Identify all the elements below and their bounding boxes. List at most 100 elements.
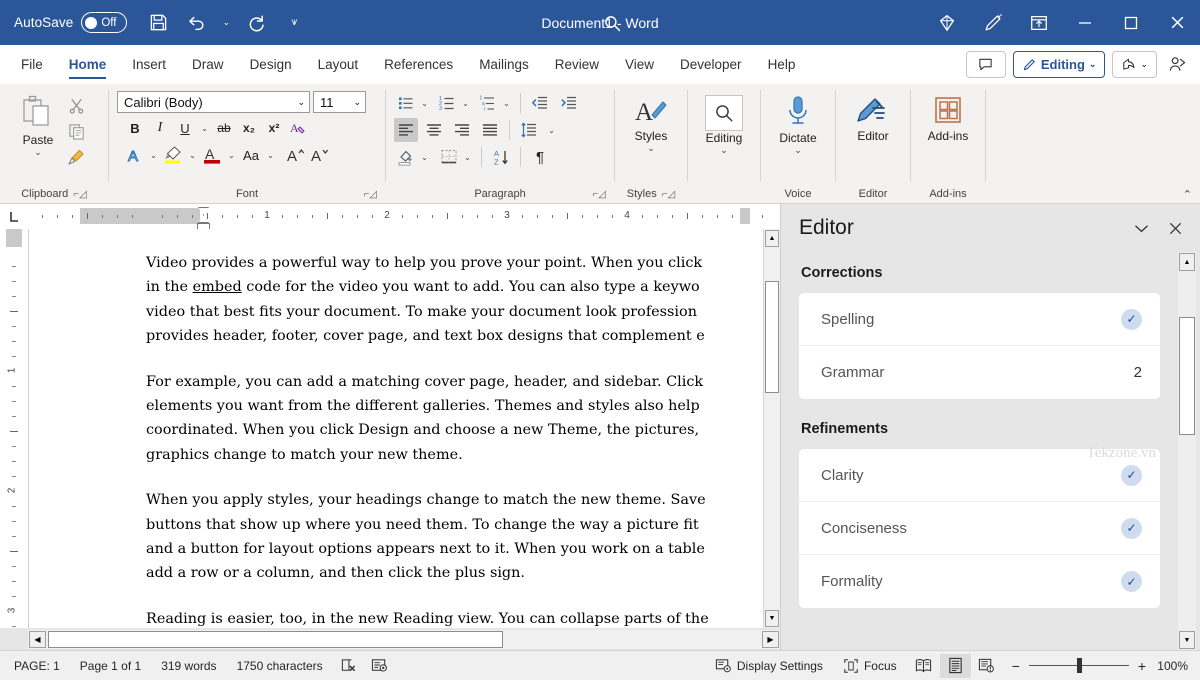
- font-size-combobox[interactable]: 11 ⌄: [313, 91, 366, 113]
- collapse-ribbon-icon[interactable]: ⌃: [1183, 188, 1192, 201]
- maximize-button[interactable]: [1108, 0, 1154, 45]
- tab-draw[interactable]: Draw: [179, 45, 237, 83]
- scroll-down-button[interactable]: ▼: [765, 610, 779, 627]
- font-color-dropdown-icon[interactable]: ⌄: [225, 143, 238, 167]
- numbering-dropdown-icon[interactable]: ⌄: [459, 91, 472, 115]
- search-icon[interactable]: [600, 11, 624, 35]
- tab-home[interactable]: Home: [56, 45, 120, 83]
- scroll-up-button[interactable]: ▲: [1179, 253, 1195, 271]
- shading-dropdown-icon[interactable]: ⌄: [418, 145, 431, 169]
- numbering-button[interactable]: 123: [435, 91, 459, 115]
- redo-icon[interactable]: [237, 4, 275, 42]
- undo-icon[interactable]: [177, 4, 215, 42]
- bold-button[interactable]: B: [123, 116, 147, 140]
- accessibility-checker-icon[interactable]: [364, 654, 395, 678]
- editing-button[interactable]: Editing ⌄: [696, 91, 752, 155]
- subscript-button[interactable]: x₂: [237, 116, 261, 140]
- left-tab-stop-icon[interactable]: [0, 204, 28, 229]
- addins-button[interactable]: Add-ins: [920, 91, 976, 143]
- increase-indent-button[interactable]: [557, 91, 581, 115]
- vertical-ruler[interactable]: 123: [0, 229, 28, 628]
- pen-icon[interactable]: [970, 0, 1016, 45]
- strikethrough-button[interactable]: ab: [212, 116, 236, 140]
- underline-dropdown-icon[interactable]: ⌄: [198, 116, 211, 140]
- document-vertical-scrollbar[interactable]: ▲ ▼: [763, 229, 780, 628]
- chevron-down-icon[interactable]: ⌄: [720, 146, 728, 155]
- editing-mode-button[interactable]: Editing ⌄: [1013, 51, 1106, 78]
- ribbon-display-options-icon[interactable]: [1016, 0, 1062, 45]
- multilevel-list-button[interactable]: 1ai: [476, 91, 500, 115]
- customize-quick-access-icon[interactable]: ⩛: [283, 4, 305, 42]
- zoom-handle[interactable]: [1077, 658, 1082, 673]
- copy-button[interactable]: [64, 119, 88, 143]
- align-left-button[interactable]: [394, 118, 418, 142]
- editor-check-item[interactable]: Formality✓: [799, 555, 1160, 608]
- text-highlight-color-button[interactable]: [160, 143, 186, 167]
- editor-pane-scrollbar[interactable]: ▲ ▼: [1178, 252, 1196, 650]
- line-spacing-dropdown-icon[interactable]: ⌄: [545, 118, 558, 142]
- office-diamond-icon[interactable]: [924, 0, 970, 45]
- font-color-button[interactable]: A: [199, 143, 225, 167]
- change-case-dropdown-icon[interactable]: ⌄: [264, 143, 277, 167]
- cut-button[interactable]: [64, 93, 88, 117]
- dialog-box-launcher-icon[interactable]: ⌐◿: [363, 189, 377, 200]
- close-button[interactable]: [1154, 0, 1200, 45]
- italic-button[interactable]: I: [148, 116, 172, 140]
- share-with-people-icon[interactable]: [1164, 55, 1190, 74]
- chevron-down-icon[interactable]: ⌄: [794, 146, 802, 155]
- format-painter-button[interactable]: [64, 145, 88, 169]
- comments-button[interactable]: [966, 51, 1006, 78]
- editor-check-item[interactable]: Spelling✓: [799, 293, 1160, 346]
- multilevel-dropdown-icon[interactable]: ⌄: [500, 91, 513, 115]
- highlight-dropdown-icon[interactable]: ⌄: [186, 143, 199, 167]
- document-page[interactable]: Video provides a powerful way to help yo…: [28, 229, 763, 628]
- font-name-combobox[interactable]: Calibri (Body) ⌄: [117, 91, 310, 113]
- text-effects-button[interactable]: A: [123, 143, 147, 167]
- scroll-left-button[interactable]: ◀: [29, 631, 46, 648]
- underline-button[interactable]: U: [173, 116, 197, 140]
- status-char-count[interactable]: 1750 characters: [227, 654, 333, 678]
- clear-formatting-button[interactable]: A: [287, 116, 311, 140]
- styles-button[interactable]: A Styles ⌄: [623, 91, 679, 153]
- dialog-box-launcher-icon[interactable]: ⌐◿: [662, 189, 676, 200]
- zoom-out-button[interactable]: −: [1012, 658, 1020, 674]
- status-word-count[interactable]: 319 words: [151, 654, 226, 678]
- tab-layout[interactable]: Layout: [305, 45, 372, 83]
- dialog-box-launcher-icon[interactable]: ⌐◿: [592, 189, 606, 200]
- paste-button[interactable]: Paste ⌄: [12, 91, 64, 157]
- editor-check-item[interactable]: Conciseness✓: [799, 502, 1160, 555]
- undo-dropdown-icon[interactable]: ⌄: [215, 4, 237, 42]
- dialog-box-launcher-icon[interactable]: ⌐◿: [73, 189, 87, 200]
- status-page-indicator[interactable]: PAGE: 1: [10, 654, 70, 678]
- status-focus[interactable]: Focus: [833, 654, 907, 678]
- status-page-of[interactable]: Page 1 of 1: [70, 654, 151, 678]
- horizontal-ruler[interactable]: 1234: [28, 204, 780, 229]
- web-layout-button[interactable]: [971, 654, 1002, 678]
- autosave-toggle[interactable]: Off: [81, 12, 127, 33]
- print-layout-button[interactable]: [940, 654, 971, 678]
- borders-dropdown-icon[interactable]: ⌄: [461, 145, 474, 169]
- document-paragraph[interactable]: Video provides a powerful way to help yo…: [29, 251, 763, 349]
- document-paragraph[interactable]: Reading is easier, too, in the new Readi…: [29, 607, 763, 628]
- document-horizontal-scrollbar[interactable]: ◀ ▶: [28, 630, 780, 649]
- decrease-font-size-button[interactable]: A: [307, 143, 331, 167]
- tab-references[interactable]: References: [371, 45, 466, 83]
- chevron-down-icon[interactable]: ⌄: [647, 144, 655, 153]
- borders-button[interactable]: [437, 145, 461, 169]
- dictate-button[interactable]: Dictate ⌄: [770, 91, 826, 155]
- scrollbar-thumb[interactable]: [1179, 317, 1195, 435]
- superscript-button[interactable]: x²: [262, 116, 286, 140]
- status-display-settings[interactable]: Display Settings: [711, 654, 833, 678]
- align-center-button[interactable]: [422, 118, 446, 142]
- editor-button[interactable]: Editor: [845, 91, 901, 143]
- tab-developer[interactable]: Developer: [667, 45, 755, 83]
- sort-button[interactable]: AZ: [489, 145, 513, 169]
- bullets-button[interactable]: [394, 91, 418, 115]
- tab-design[interactable]: Design: [237, 45, 305, 83]
- shading-button[interactable]: [394, 145, 418, 169]
- minimize-button[interactable]: [1062, 0, 1108, 45]
- tab-help[interactable]: Help: [755, 45, 809, 83]
- align-right-button[interactable]: [450, 118, 474, 142]
- scroll-right-button[interactable]: ▶: [762, 631, 779, 648]
- chevron-down-icon[interactable]: ⌄: [34, 148, 42, 157]
